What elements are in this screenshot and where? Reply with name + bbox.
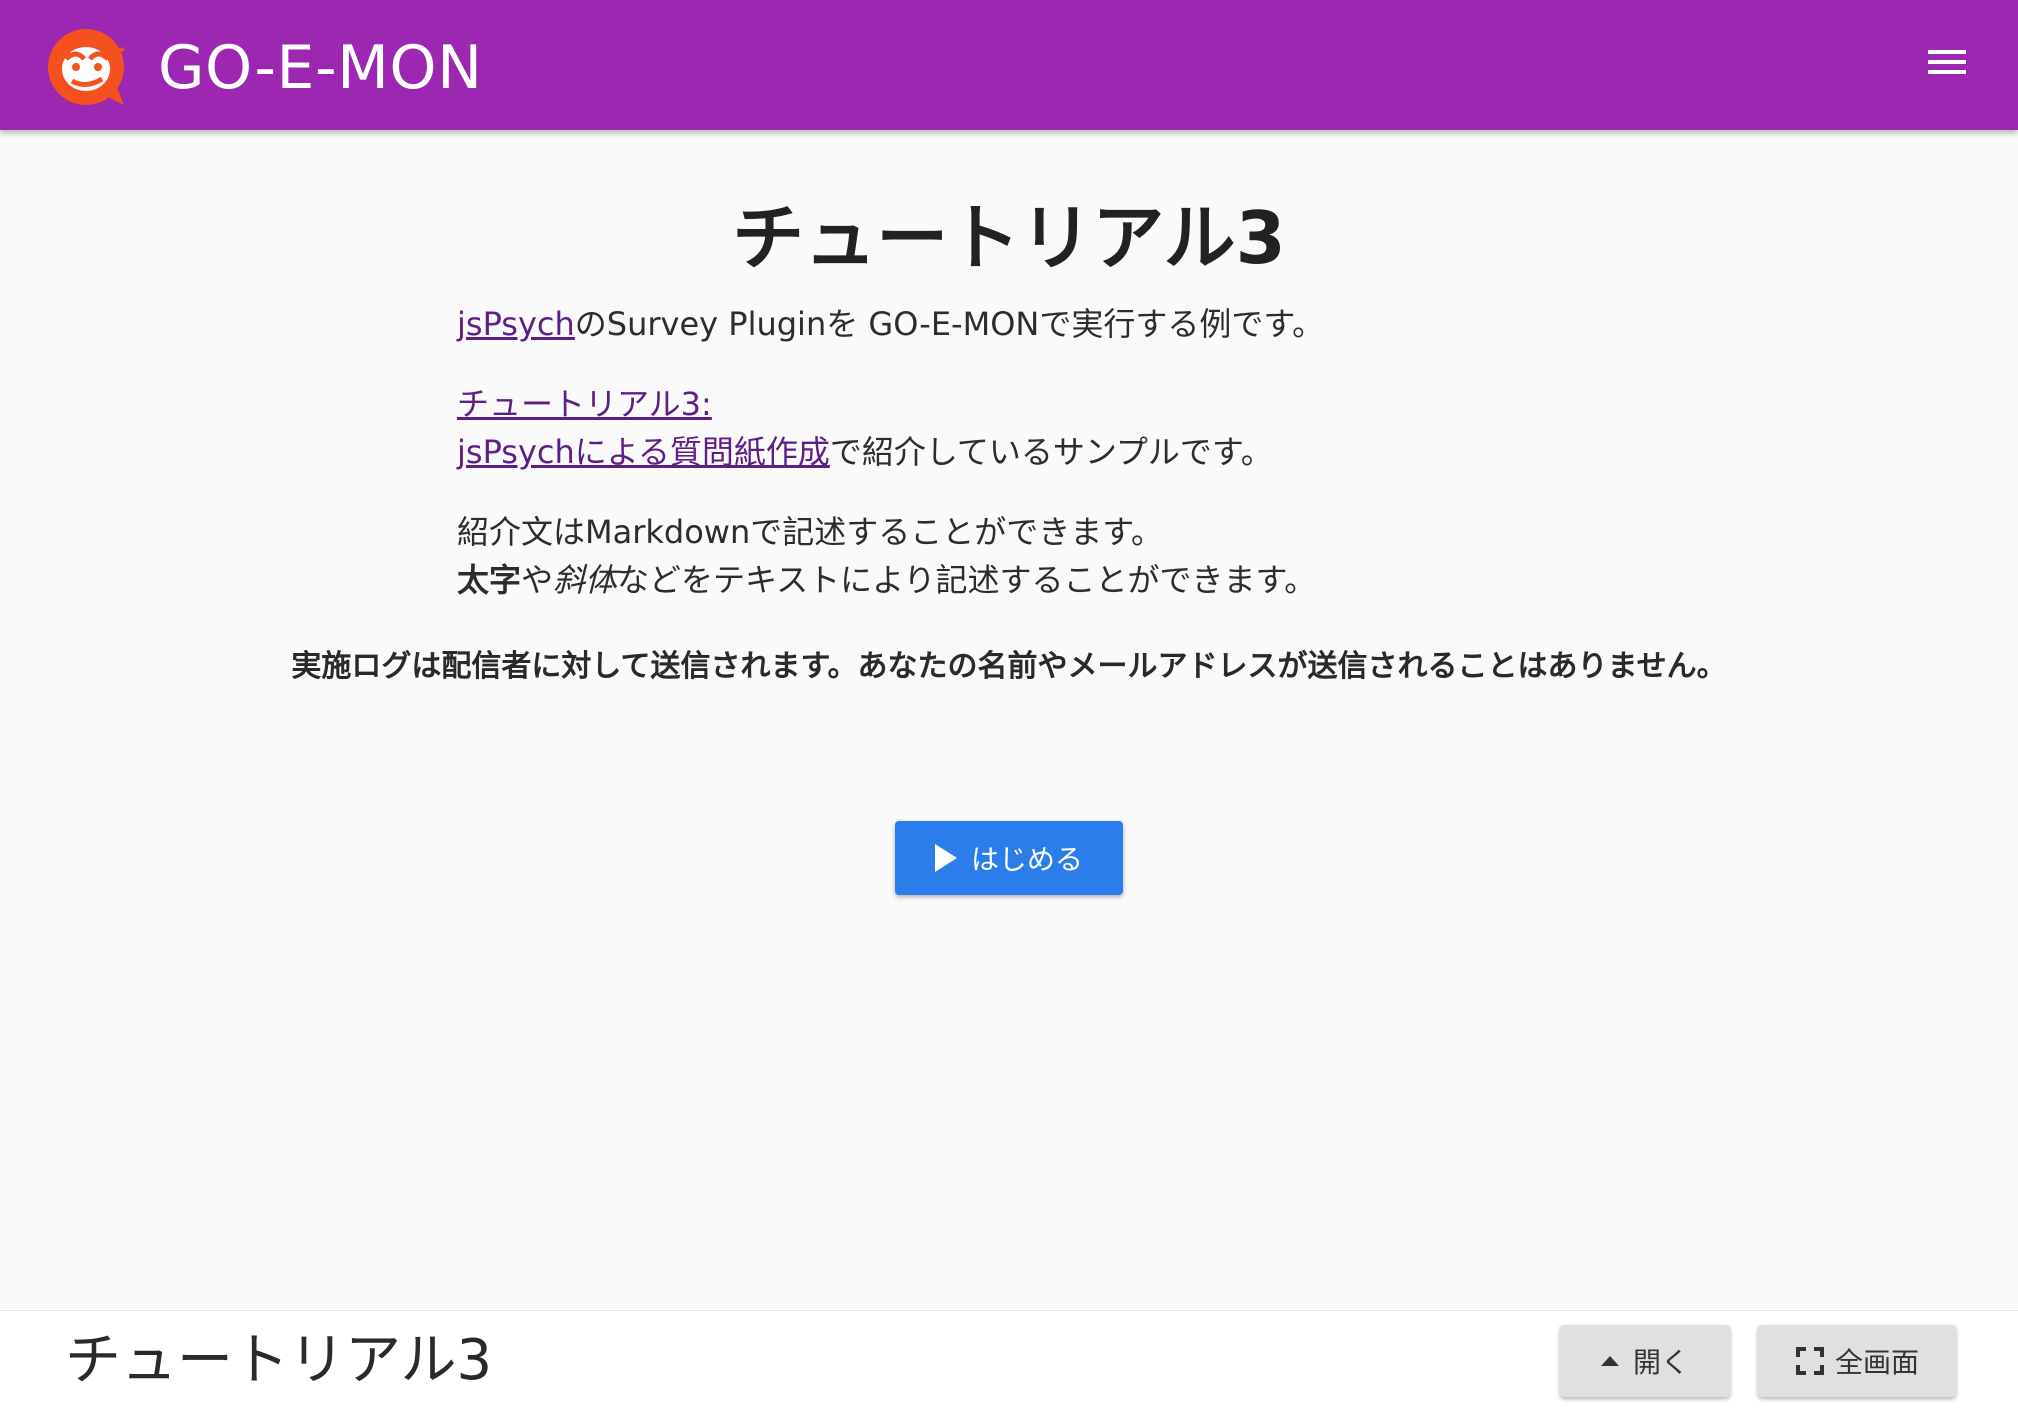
tutorial-link-line2: jsPsychによる質問紙作成 xyxy=(457,433,830,471)
tutorial-link-line1: チュートリアル3: xyxy=(457,385,712,423)
start-button[interactable]: はじめる xyxy=(895,821,1123,895)
main-content: チュートリアル3 jsPsychのSurvey Pluginを GO-E-MON… xyxy=(0,130,2018,1310)
fullscreen-button-label: 全画面 xyxy=(1834,1346,1919,1379)
format-rest-text: などをテキストにより記述することができます。 xyxy=(617,561,1317,599)
tutorial-link[interactable]: チュートリアル3: jsPsychによる質問紙作成 xyxy=(457,385,830,471)
fullscreen-button[interactable]: 全画面 xyxy=(1758,1325,1956,1397)
italic-text: 斜体 xyxy=(553,561,618,599)
app-bar: GO-E-MON xyxy=(0,0,2018,130)
intro-paragraph: jsPsychのSurvey Pluginを GO-E-MONで実行する例です。 xyxy=(457,300,1607,348)
markdown-paragraph: 紹介文はMarkdownで記述することができます。 太字や斜体などをテキストによ… xyxy=(457,508,1607,604)
bold-text: 太字 xyxy=(457,561,522,599)
app-title[interactable]: GO-E-MON xyxy=(158,30,482,106)
markdown-line: 紹介文はMarkdownで記述することができます。 xyxy=(457,513,1164,551)
go-e-mon-mascot-icon[interactable] xyxy=(46,25,130,109)
jspsych-link[interactable]: jsPsych xyxy=(457,305,575,343)
hamburger-menu-icon[interactable] xyxy=(1926,44,1968,80)
open-button[interactable]: 開く xyxy=(1560,1325,1730,1397)
description: jsPsychのSurvey Pluginを GO-E-MONで実行する例です。… xyxy=(457,300,1607,636)
privacy-notice: 実施ログは配信者に対して送信されます。あなたの名前やメールアドレスが送信されるこ… xyxy=(291,649,1727,684)
format-mid-text: や xyxy=(521,561,554,599)
open-button-label: 開く xyxy=(1632,1346,1689,1379)
start-button-label: はじめる xyxy=(970,843,1083,876)
footer-bar: チュートリアル3 開く 全画面 xyxy=(0,1310,2018,1411)
tutorial-paragraph: チュートリアル3: jsPsychによる質問紙作成で紹介しているサンプルです。 xyxy=(457,380,1607,476)
page-title: チュートリアル3 xyxy=(732,196,1286,280)
caret-up-icon xyxy=(1600,1356,1619,1366)
play-icon xyxy=(934,844,957,872)
intro-text: のSurvey Pluginを GO-E-MONで実行する例です。 xyxy=(574,305,1325,343)
fullscreen-icon xyxy=(1795,1347,1824,1375)
tutorial-text: で紹介しているサンプルです。 xyxy=(829,433,1273,471)
footer-title: チュートリアル3 xyxy=(65,1328,493,1393)
